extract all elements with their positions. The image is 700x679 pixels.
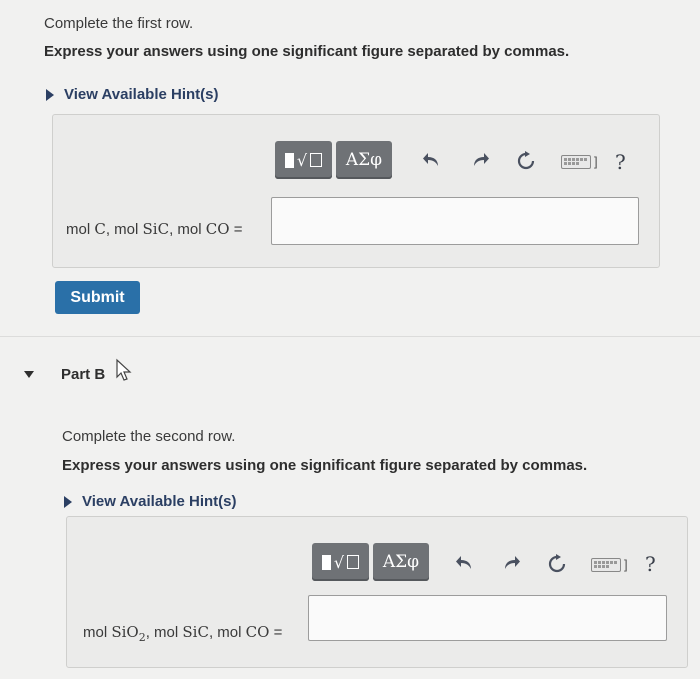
keyboard-icon: [561, 154, 591, 169]
part-b-view-hints-link[interactable]: View Available Hint(s): [64, 493, 237, 510]
part-a-view-hints-link[interactable]: View Available Hint(s): [46, 86, 219, 103]
part-b-answer-input[interactable]: [308, 595, 667, 641]
part-a-templates-button[interactable]: √: [275, 141, 332, 179]
part-b-hint-label: View Available Hint(s): [82, 493, 237, 510]
reset-icon[interactable]: [516, 151, 536, 171]
help-icon[interactable]: ?: [645, 552, 656, 576]
keyboard-shortcuts-button[interactable]: ]: [561, 154, 598, 169]
part-b-collapse-toggle[interactable]: [24, 371, 34, 378]
part-a-template-toolbar: √ ΑΣφ: [275, 141, 392, 179]
redo-icon[interactable]: [502, 555, 520, 571]
template-fraction-sqrt-icon: √: [284, 151, 323, 170]
redo-icon[interactable]: [471, 152, 489, 168]
part-a-hint-label: View Available Hint(s): [64, 86, 219, 103]
submit-button[interactable]: Submit: [55, 281, 140, 314]
help-icon[interactable]: ?: [615, 150, 626, 174]
keyboard-shortcuts-button[interactable]: ]: [591, 557, 628, 572]
part-a-answer-input[interactable]: [271, 197, 639, 245]
expand-triangle-icon: [64, 495, 72, 508]
section-divider: [0, 336, 700, 337]
part-b-answer-panel: √ ΑΣφ ] ? mol SiO2, mol SiC, mol CO =: [66, 516, 688, 668]
part-b-template-toolbar: √ ΑΣφ: [312, 543, 429, 581]
part-b-answer-label: mol SiO2, mol SiC, mol CO =: [83, 623, 283, 644]
part-b-instruction: Complete the second row.: [62, 428, 236, 445]
part-a-answer-panel: √ ΑΣφ ] ? mol C, mol SiC, mol CO =: [52, 114, 660, 268]
reset-icon[interactable]: [547, 554, 567, 574]
expand-triangle-icon: [46, 88, 54, 101]
undo-icon[interactable]: [456, 555, 474, 571]
undo-icon[interactable]: [423, 152, 441, 168]
part-b-directions: Express your answers using one significa…: [62, 457, 588, 474]
part-b-templates-button[interactable]: √: [312, 543, 369, 581]
part-b-greek-symbols-button[interactable]: ΑΣφ: [373, 543, 429, 581]
mouse-cursor-icon: [115, 358, 135, 387]
part-a-instruction: Complete the first row.: [44, 15, 194, 32]
keyboard-icon: [591, 557, 621, 572]
template-fraction-sqrt-icon: √: [321, 553, 360, 572]
part-b-title: Part B: [61, 366, 106, 383]
collapse-caret-icon: [24, 371, 34, 378]
part-a-answer-label: mol C, mol SiC, mol CO =: [66, 220, 243, 238]
part-a-directions: Express your answers using one significa…: [44, 43, 570, 60]
part-a-greek-symbols-button[interactable]: ΑΣφ: [336, 141, 392, 179]
